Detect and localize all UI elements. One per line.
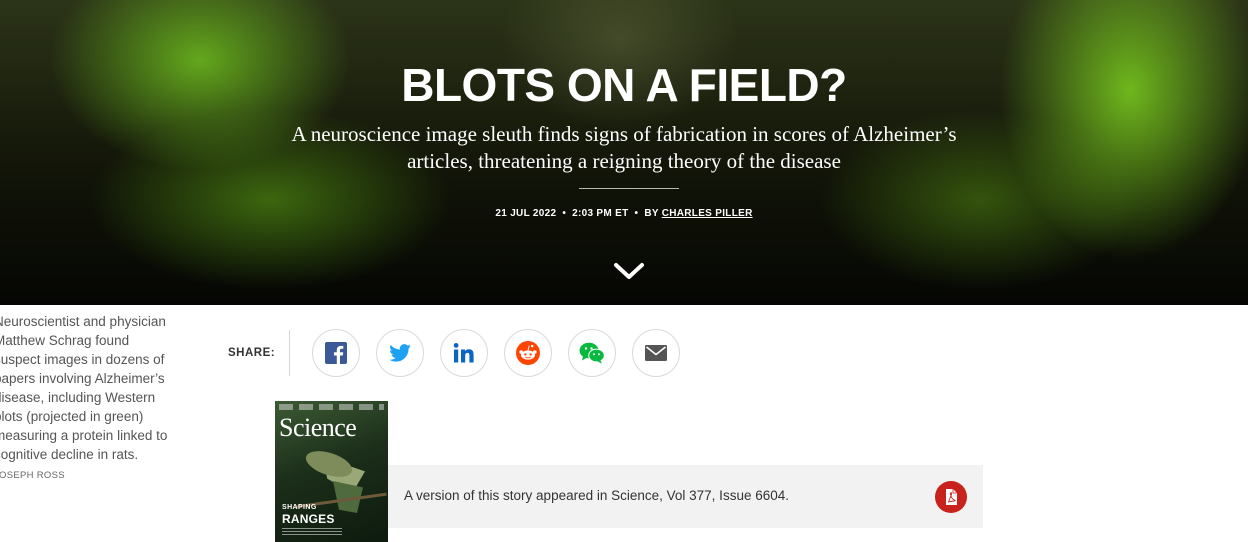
share-label: SHARE: (228, 347, 276, 359)
caption-line: papers involving Alzheimer’s (0, 371, 165, 386)
caption-line: disease, including Western (0, 390, 156, 405)
article-title: BLOTS ON A FIELD? (401, 59, 847, 111)
caption-line: measuring a protein linked to (0, 428, 168, 443)
reddit-icon (516, 341, 540, 365)
caption-line: cognitive decline in rats. (0, 447, 139, 462)
byline-label: BY (644, 208, 659, 219)
facebook-icon (325, 342, 347, 364)
article-time: 2:03 PM ET (572, 208, 629, 219)
article-dek: A neuroscience image sleuth finds signs … (291, 122, 957, 173)
caption-line: Matthew Schrag found (0, 333, 130, 348)
caption-line: suspect images in dozens of (0, 352, 165, 367)
share-facebook-button[interactable] (312, 329, 360, 377)
print-version-text: A version of this story appeared in Scie… (404, 488, 789, 503)
photo-credit: JOSEPH ROSS (0, 470, 65, 481)
pdf-icon (946, 489, 957, 505)
share-linkedin-button[interactable] (440, 329, 488, 377)
twitter-icon (389, 344, 411, 362)
share-wechat-button[interactable] (568, 329, 616, 377)
share-email-button[interactable] (632, 329, 680, 377)
hero-divider (579, 188, 679, 189)
image-caption: Neuroscientist and physician Matthew Sch… (0, 312, 179, 485)
meta-separator: • (634, 208, 639, 219)
author-link[interactable]: CHARLES PILLER (662, 208, 753, 219)
article-byline: 21 JUL 2022 • 2:03 PM ET • BY CHARLES PILLER (0, 208, 1248, 219)
hero-banner: BLOTS ON A FIELD? A neuroscience image s… (0, 0, 1248, 305)
cover-text-lines (282, 528, 342, 535)
share-reddit-button[interactable] (504, 329, 552, 377)
cover-masthead: Science (279, 413, 357, 442)
print-version-box: A version of this story appeared in Scie… (388, 465, 983, 528)
caption-line: blots (projected in green) (0, 409, 144, 424)
chevron-down-icon[interactable] (612, 260, 646, 282)
article-date: 21 JUL 2022 (495, 208, 557, 219)
share-divider (289, 330, 290, 376)
cover-headline: RANGES (282, 512, 335, 526)
linkedin-icon (453, 343, 474, 363)
magazine-cover[interactable]: Science SHAPING RANGES (275, 401, 388, 542)
email-icon (645, 345, 667, 361)
cover-topline (279, 404, 384, 410)
caption-line: Neuroscientist and physician (0, 314, 166, 329)
cover-subheadline: SHAPING (282, 504, 317, 511)
wechat-icon (579, 342, 605, 364)
pdf-download-button[interactable] (935, 481, 967, 513)
share-twitter-button[interactable] (376, 329, 424, 377)
meta-separator: • (562, 208, 567, 219)
